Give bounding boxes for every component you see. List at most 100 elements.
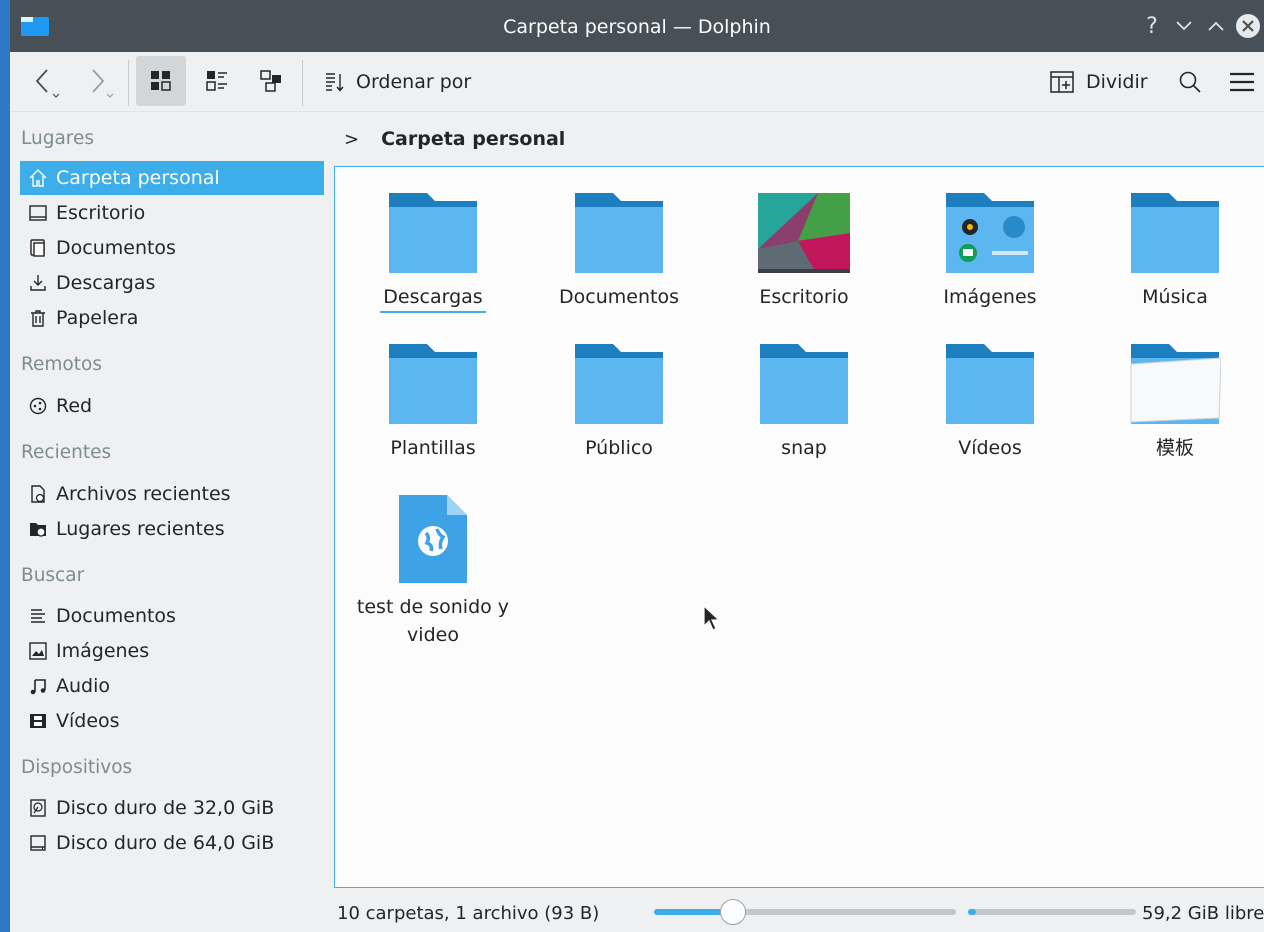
sidebar-item-escritorio[interactable]: Escritorio [20,196,324,230]
status-bar: 10 carpetas, 1 archivo (93 B) 59,2 GiB l… [10,890,1264,932]
hamburger-icon [1230,72,1254,92]
file-item-plantillas[interactable]: Plantillas [353,342,513,462]
file-item-test-de-sonido[interactable]: test de sonido y video [353,493,513,649]
folder-icon [573,191,665,275]
sort-button[interactable]: Ordenar por [316,60,479,104]
section-header-remotos: Remotos [21,354,102,375]
view-tree-icon [260,70,281,92]
help-icon: ? [1146,13,1158,39]
back-button[interactable] [26,62,66,102]
compact-view-button[interactable] [192,56,242,106]
file-view[interactable]: Descargas Documentos Escritorio Imágenes… [334,166,1264,888]
disk-space-fill [968,909,976,915]
sidebar-item-label: Carpeta personal [56,167,220,189]
close-button[interactable] [1234,12,1262,40]
breadcrumb[interactable]: > Carpeta personal [340,122,565,156]
focus-underline [380,311,486,313]
minimize-button[interactable] [1170,12,1198,40]
sidebar-item-buscar-videos[interactable]: Vídeos [20,704,324,738]
sidebar-item-descargas[interactable]: Descargas [20,266,324,300]
places-panel: Lugares Carpeta personal Escritorio Docu… [10,112,334,932]
recent-places-icon [27,518,49,540]
sidebar-item-label: Audio [56,675,111,697]
breadcrumb-current[interactable]: Carpeta personal [381,128,565,150]
forward-button[interactable] [80,62,120,102]
file-name: Imágenes [943,286,1037,308]
file-item-musica[interactable]: Música [1095,191,1255,311]
file-item-descargas[interactable]: Descargas [353,191,513,313]
sort-icon [326,73,344,92]
sidebar-item-carpeta-personal[interactable]: Carpeta personal [20,161,324,195]
file-item-publico[interactable]: Público [539,342,699,462]
text-documents-icon [27,605,49,627]
folder-icon [387,342,479,426]
sidebar-item-documentos[interactable]: Documentos [20,231,324,265]
close-icon [1236,14,1260,38]
sidebar-item-label: Disco duro de 32,0 GiB [56,797,275,819]
file-item-documentos[interactable]: Documentos [539,191,699,311]
main-toolbar: Ordenar por Dividir [10,52,1264,112]
chevron-right-icon [92,69,114,98]
sidebar-item-buscar-documentos[interactable]: Documentos [20,599,324,633]
sidebar-item-lugares-recientes[interactable]: Lugares recientes [20,512,324,546]
sidebar-item-label: Documentos [56,237,176,259]
sidebar-item-label: Archivos recientes [56,483,231,505]
split-button[interactable]: Dividir [1042,60,1156,104]
sidebar-item-buscar-audio[interactable]: Audio [20,669,324,703]
sidebar-item-disco-64[interactable]: Disco duro de 64,0 GiB [20,826,324,860]
file-item-escritorio[interactable]: Escritorio [724,191,884,311]
section-header-lugares: Lugares [21,128,95,149]
breadcrumb-separator[interactable]: > [344,129,359,150]
split-view-icon [1050,71,1074,93]
disk-space-bar [968,909,1136,915]
sidebar-item-papelera[interactable]: Papelera [20,301,324,335]
file-item-snap[interactable]: snap [724,342,884,462]
file-name: Documentos [559,286,679,308]
zoom-slider-handle[interactable] [720,899,746,925]
file-name: test de sonido y video [356,596,510,646]
sidebar-item-label: Vídeos [56,710,120,732]
search-button[interactable] [1168,60,1212,104]
trash-icon [27,307,49,329]
section-header-dispositivos: Dispositivos [21,757,133,778]
toolbar-separator [302,60,303,106]
harddisk-icon [27,797,49,819]
harddisk-icon [27,832,49,854]
sidebar-item-disco-32[interactable]: Disco duro de 32,0 GiB [20,791,324,825]
help-button[interactable]: ? [1138,12,1166,40]
chevron-down-icon [1176,21,1192,31]
folder-icon [573,342,665,426]
split-label: Dividir [1086,71,1148,93]
maximize-button[interactable] [1202,12,1230,40]
section-header-buscar: Buscar [21,565,85,586]
images-icon [27,640,49,662]
window-title: Carpeta personal — Dolphin [503,16,771,38]
file-name: 模板 [1155,437,1194,459]
sidebar-item-red[interactable]: Red [20,389,324,423]
desktop-icon [27,202,49,224]
sidebar-item-archivos-recientes[interactable]: Archivos recientes [20,477,324,511]
file-item-imagenes[interactable]: Imágenes [910,191,1070,311]
html-file-icon [397,493,469,585]
templates-folder-icon [1129,342,1222,426]
folder-icon [387,191,479,275]
status-summary: 10 carpetas, 1 archivo (93 B) [337,903,600,924]
icons-view-button[interactable] [136,56,186,106]
details-view-button[interactable] [246,56,296,106]
file-item-plantillas-cn[interactable]: 模板 [1095,342,1255,462]
file-item-videos[interactable]: Vídeos [910,342,1070,462]
file-name: Plantillas [390,437,476,459]
folder-icon [1129,191,1221,275]
sidebar-item-label: Lugares recientes [56,518,225,540]
view-compact-icon [206,71,227,91]
recent-files-icon [27,483,49,505]
hamburger-menu-button[interactable] [1220,60,1264,104]
file-name: Escritorio [759,286,849,308]
audio-icon [27,675,49,697]
sidebar-item-buscar-imagenes[interactable]: Imágenes [20,634,324,668]
sort-label: Ordenar por [356,71,472,93]
file-name: snap [781,437,827,459]
videos-icon [27,710,49,732]
title-bar[interactable]: Carpeta personal — Dolphin ? [10,0,1264,52]
zoom-slider[interactable] [654,899,956,925]
